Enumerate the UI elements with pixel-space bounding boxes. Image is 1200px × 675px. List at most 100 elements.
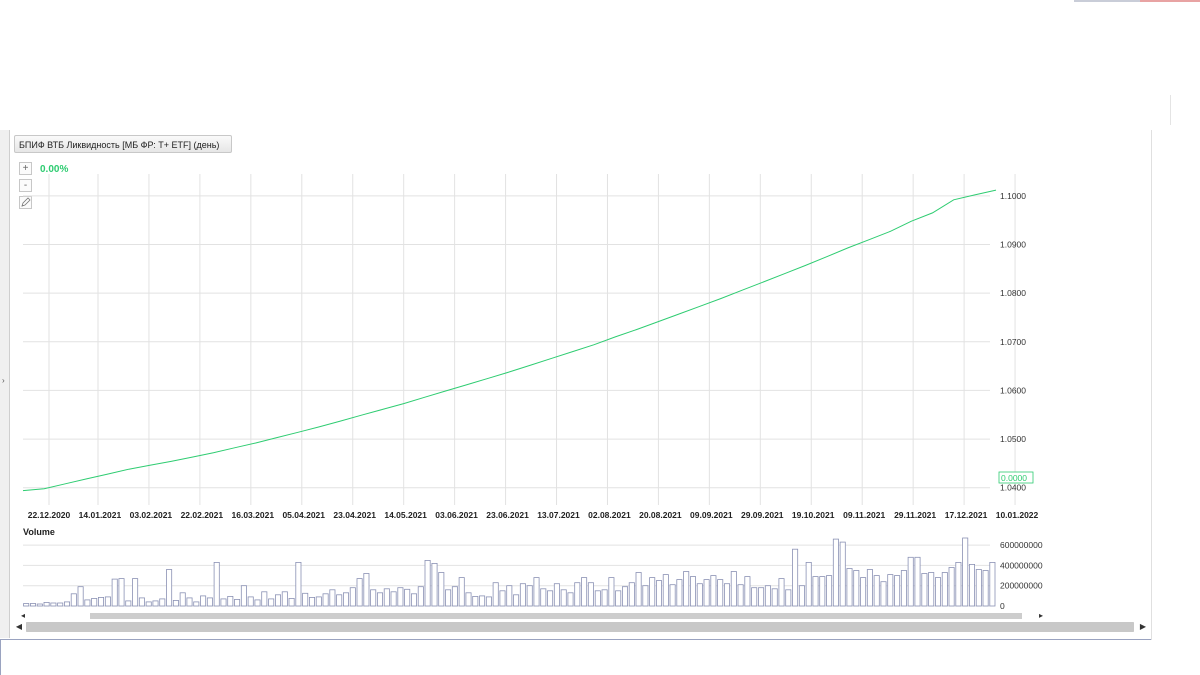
price-tick-label: 1.0500 <box>1000 434 1026 444</box>
horizontal-scrollbar[interactable]: ◀ ▶ <box>12 620 1148 634</box>
price-tick-label: 1.1000 <box>1000 191 1026 201</box>
volume-bar <box>880 581 887 607</box>
date-tick-label: 14.05.2021 <box>384 510 427 520</box>
panel-edge <box>0 640 1 675</box>
date-axis: 22.12.2020 14.01.2021 03.02.2021 22.02.2021… <box>28 510 1039 520</box>
scroll-thumb[interactable] <box>26 622 1134 632</box>
volume-bar <box>465 592 472 607</box>
volume-bar <box>928 572 935 607</box>
date-tick-label: 17.12.2021 <box>945 510 988 520</box>
window-accent <box>1074 0 1200 2</box>
volume-bar <box>50 602 57 607</box>
volume-bar <box>567 592 574 607</box>
mini-scroll-thumb[interactable] <box>90 613 1022 619</box>
date-tick-label: 03.06.2021 <box>435 510 478 520</box>
volume-bar <box>370 589 377 607</box>
volume-bar <box>622 586 629 607</box>
volume-bar <box>873 575 880 607</box>
volume-bar <box>390 591 397 607</box>
volume-bar <box>975 569 982 607</box>
volume-bar <box>206 597 213 607</box>
volume-bar <box>424 559 431 607</box>
volume-bar <box>431 562 438 607</box>
volume-bar <box>866 569 873 607</box>
volume-bar <box>703 579 710 607</box>
scroll-track[interactable] <box>26 622 1134 632</box>
volume-bar <box>254 599 261 607</box>
volume-bar <box>336 594 343 607</box>
volume-bars <box>23 537 996 607</box>
date-tick-label: 23.04.2021 <box>333 510 376 520</box>
volume-bar <box>900 570 907 607</box>
volume-bar <box>288 597 295 607</box>
date-tick-label: 09.11.2021 <box>843 510 885 520</box>
volume-bar <box>104 596 111 607</box>
volume-bar <box>819 576 826 607</box>
volume-bar <box>356 578 363 607</box>
volume-bar <box>656 580 663 607</box>
volume-bar <box>77 586 84 607</box>
volume-bar <box>587 582 594 607</box>
mini-scrollbar[interactable]: ◂ ▸ <box>16 611 1046 620</box>
volume-bar <box>696 583 703 607</box>
volume-bar <box>308 596 315 607</box>
volume-bar <box>91 597 98 607</box>
volume-bar <box>159 598 166 607</box>
volume-bar <box>887 574 894 607</box>
date-tick-label: 09.09.2021 <box>690 510 733 520</box>
volume-tick-label: 0 <box>1000 601 1005 611</box>
date-tick-label: 29.09.2021 <box>741 510 784 520</box>
volume-bar <box>315 596 322 607</box>
volume-bar <box>832 538 839 607</box>
volume-bar <box>730 571 737 607</box>
volume-bar <box>404 588 411 607</box>
volume-bar <box>669 584 676 607</box>
volume-bar <box>982 570 989 607</box>
volume-bar <box>118 578 125 607</box>
price-tick-label: 1.0700 <box>1000 337 1026 347</box>
volume-bar <box>295 561 302 607</box>
date-tick-label: 03.02.2021 <box>130 510 173 520</box>
volume-bar <box>472 595 479 607</box>
volume-bar <box>322 593 329 607</box>
volume-bar <box>268 598 275 607</box>
volume-bar <box>138 597 145 607</box>
volume-bar <box>166 569 173 607</box>
volume-bar <box>710 575 717 607</box>
volume-bar <box>519 583 526 607</box>
chart-canvas: 1.1000 1.0900 1.0800 1.0700 1.0600 1.0500 1.04… <box>22 174 1043 611</box>
scroll-right-icon[interactable]: ▶ <box>1136 620 1150 634</box>
volume-bar <box>594 590 601 607</box>
volume-bar <box>628 582 635 607</box>
price-tick-label: 1.0800 <box>1000 288 1026 298</box>
volume-bar <box>29 603 36 607</box>
volume-bar <box>220 598 227 607</box>
volume-bar <box>363 573 370 607</box>
volume-bar <box>526 585 533 607</box>
volume-bar <box>383 588 390 607</box>
date-tick-label: 23.06.2021 <box>486 510 529 520</box>
chart-panel: › БПИФ ВТБ Ликвидность [МБ ФР: T+ ETF] (… <box>0 130 1152 640</box>
volume-bar <box>342 592 349 607</box>
volume-bar <box>812 576 819 607</box>
scroll-left-icon[interactable]: ◀ <box>12 620 26 634</box>
volume-bar <box>839 541 846 607</box>
volume-bar <box>247 596 254 607</box>
volume-bar <box>234 598 241 607</box>
price-tick-label: 1.0900 <box>1000 240 1026 250</box>
current-value-marker: 0.0000 <box>998 471 1034 484</box>
volume-bar <box>581 577 588 607</box>
volume-bar <box>329 589 336 607</box>
volume-bar <box>172 599 179 607</box>
date-tick-label: 20.08.2021 <box>639 510 682 520</box>
volume-bar <box>635 572 642 607</box>
volume-bar <box>601 589 608 607</box>
volume-bar <box>846 568 853 607</box>
volume-bar <box>281 591 288 607</box>
volume-bar <box>513 594 520 607</box>
volume-bar <box>792 548 799 607</box>
volume-bar <box>349 587 356 607</box>
volume-bar <box>397 587 404 607</box>
price-line <box>22 189 997 492</box>
volume-bar <box>240 585 247 607</box>
